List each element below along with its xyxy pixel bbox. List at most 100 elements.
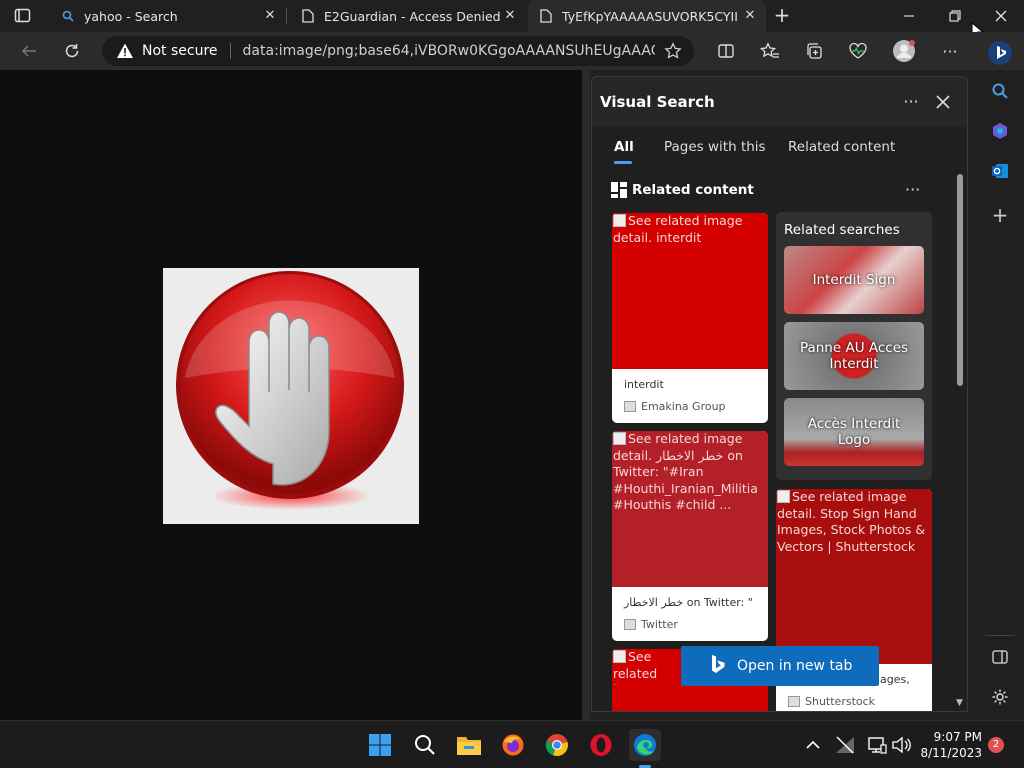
tab-all[interactable]: All [614, 139, 634, 155]
broken-image-icon [777, 490, 790, 503]
toolbar: Not secure data:image/png;base64,iVBORw0… [0, 32, 1024, 70]
settings-more-button[interactable]: ··· [935, 36, 965, 66]
related-image-card[interactable]: See related image detail. خطر الاخطار on… [612, 431, 768, 641]
broken-image-icon [613, 650, 626, 663]
image-alt-text: See related image detail. interdit [613, 213, 743, 245]
bing-chat-icon[interactable] [985, 38, 1015, 68]
search-icon [60, 8, 76, 24]
tab-yahoo-search[interactable]: yahoo - Search ✕ [48, 0, 286, 32]
chevron-up-icon[interactable] [797, 729, 829, 761]
broken-image-icon [613, 214, 626, 227]
grid-icon [611, 182, 627, 198]
chrome-icon[interactable] [541, 729, 573, 761]
back-button[interactable] [14, 36, 44, 66]
open-in-new-tab-button[interactable]: Open in new tab [681, 646, 879, 686]
source-icon [788, 696, 800, 707]
tab-active-image[interactable]: TyEfKpYAAAAASUVORK5CYII= (2 ✕ [528, 0, 766, 32]
card-caption: ages, [880, 673, 910, 686]
tab-related-content[interactable]: Related content [788, 139, 895, 155]
security-label[interactable]: Not secure [142, 43, 218, 59]
tab-strip: yahoo - Search ✕ E2Guardian - Access Den… [0, 0, 1024, 40]
scroll-down-arrow[interactable]: ▼ [956, 698, 963, 708]
collections-button[interactable] [799, 36, 829, 66]
search-icon[interactable] [985, 76, 1015, 106]
scrollbar-thumb[interactable] [957, 174, 963, 386]
url-text[interactable]: data:image/png;base64,iVBORw0KGgoAAAANSU… [243, 43, 655, 59]
warning-icon[interactable] [116, 42, 134, 60]
bing-icon [711, 655, 725, 677]
profile-avatar[interactable] [889, 36, 919, 66]
panel-resize-handle[interactable] [582, 70, 590, 720]
windows-start-icon[interactable] [364, 729, 396, 761]
file-explorer-icon[interactable] [453, 729, 485, 761]
browser-essentials-heart-icon[interactable] [843, 36, 873, 66]
related-image-card[interactable]: See related image detail. interdit inter… [612, 213, 768, 423]
tab-title: E2Guardian - Access Denied [324, 8, 501, 24]
close-icon[interactable] [932, 91, 954, 113]
card-source: Shutterstock [788, 695, 875, 708]
broken-image-icon [613, 432, 626, 445]
taskbar: 9:07 PM 8/11/2023 2 [0, 720, 1024, 768]
restore-button[interactable] [946, 8, 964, 24]
clock-time: 9:07 PM [933, 730, 982, 744]
related-searches: Related searches Interdit Sign Panne AU … [776, 212, 932, 480]
address-bar[interactable]: Not secure data:image/png;base64,iVBORw0… [102, 36, 694, 66]
more-options-icon[interactable]: ··· [900, 91, 922, 113]
outlook-icon[interactable] [985, 156, 1015, 186]
favorites-button[interactable] [755, 36, 785, 66]
image-alt-text: See related image detail. خطر الاخطار on… [613, 431, 758, 512]
tab-title: yahoo - Search [84, 8, 178, 24]
tab-title: TyEfKpYAAAAASUVORK5CYII= (2 [562, 8, 738, 24]
card-source: Twitter [624, 618, 678, 631]
firefox-icon[interactable] [497, 729, 529, 761]
page-icon [300, 8, 316, 24]
edge-icon[interactable] [629, 729, 661, 761]
card-source: Emakina Group [624, 400, 726, 413]
refresh-button[interactable] [57, 36, 87, 66]
image-alt-text: See related image detail. Stop Sign Hand… [777, 489, 926, 554]
search-icon[interactable] [409, 729, 441, 761]
active-tab-indicator [614, 161, 632, 164]
open-in-new-tab-label: Open in new tab [737, 658, 853, 674]
clock-date: 8/11/2023 [920, 746, 982, 760]
copilot-icon[interactable] [985, 116, 1015, 146]
image-alt-text: See related image detail. Sign s [613, 649, 658, 685]
add-app-button[interactable]: + [985, 200, 1015, 230]
panel-title: Visual Search [600, 93, 715, 111]
close-icon[interactable]: ✕ [742, 8, 758, 24]
favorite-star-icon[interactable] [664, 42, 682, 64]
related-search-item[interactable]: Panne AU Acces Interdit [784, 322, 924, 390]
close-icon[interactable]: ✕ [502, 8, 518, 24]
minimize-button[interactable] [900, 8, 918, 24]
network-disconnected-icon[interactable] [829, 729, 861, 761]
tab-pages-with-this[interactable]: Pages with this [664, 139, 766, 155]
hide-sidebar-icon[interactable] [985, 642, 1015, 672]
related-search-item[interactable]: Interdit Sign [784, 246, 924, 314]
related-search-item[interactable]: Accès Interdit Logo [784, 398, 924, 466]
close-icon[interactable]: ✕ [262, 8, 278, 24]
new-tab-button[interactable]: + [772, 5, 792, 26]
page-content [0, 70, 582, 720]
stop-hand-image[interactable] [163, 268, 419, 524]
tab-separator [286, 8, 287, 24]
volume-icon[interactable] [885, 729, 917, 761]
opera-icon[interactable] [585, 729, 617, 761]
panel-scrollbar[interactable]: ▼ [955, 172, 965, 710]
edge-sidebar: + [977, 41, 1024, 720]
notification-badge[interactable]: 2 [988, 737, 1004, 753]
gear-icon[interactable] [985, 682, 1015, 712]
section-heading-text: Related content [632, 182, 754, 198]
close-window-button[interactable] [992, 8, 1010, 24]
tab-e2guardian[interactable]: E2Guardian - Access Denied ✕ [288, 0, 526, 32]
source-icon [624, 401, 636, 412]
system-clock[interactable]: 9:07 PM 8/11/2023 [920, 729, 982, 761]
card-caption: interdit [624, 378, 664, 391]
split-screen-button[interactable] [711, 36, 741, 66]
related-searches-title: Related searches [784, 222, 900, 238]
tab-actions-icon[interactable] [14, 8, 32, 24]
more-options-icon[interactable]: ··· [905, 180, 920, 199]
divider [985, 635, 1015, 636]
page-icon [538, 8, 554, 24]
section-heading: Related content [611, 182, 754, 198]
card-caption: خطر الاخطار on Twitter: " [624, 596, 753, 609]
